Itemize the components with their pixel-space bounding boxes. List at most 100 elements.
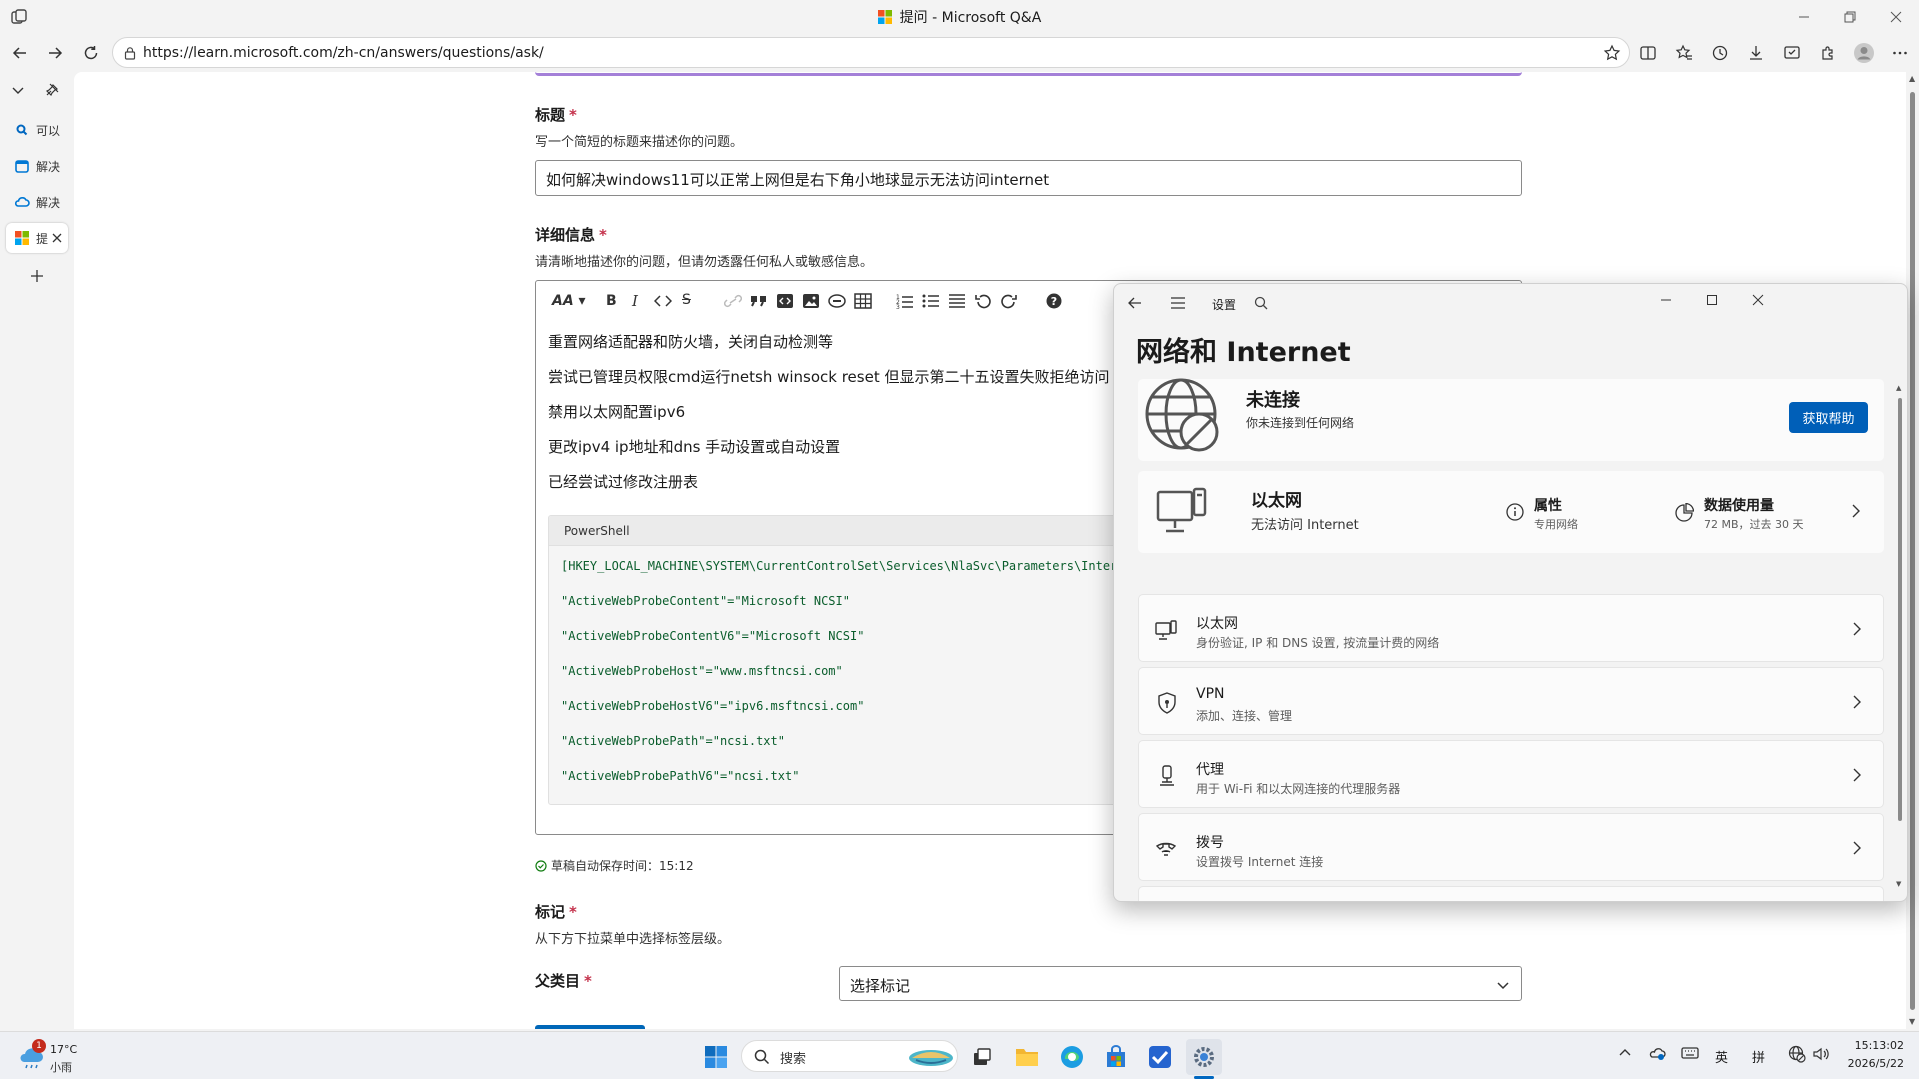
refresh-button[interactable] (76, 38, 106, 68)
bullet-list-icon[interactable] (922, 293, 940, 309)
cloud-icon (14, 194, 30, 210)
scrollbar-thumb[interactable] (1910, 92, 1915, 1010)
tab-item[interactable]: 可以 (6, 115, 68, 145)
undo-icon[interactable] (974, 293, 992, 309)
file-explorer-icon[interactable] (1009, 1039, 1045, 1075)
close-button[interactable] (1752, 294, 1764, 306)
back-button[interactable] (5, 38, 35, 68)
taskbar-search[interactable]: 搜索 (741, 1040, 958, 1072)
ime-language[interactable]: 英 (1715, 1047, 1728, 1066)
image-icon[interactable] (802, 293, 820, 309)
minimize-button[interactable] (1781, 0, 1827, 34)
table-icon[interactable] (854, 293, 872, 309)
ethernet-computer-icon (1156, 487, 1208, 537)
settings-row-proxy[interactable]: 代理 用于 Wi-Fi 和以太网连接的代理服务器 (1138, 740, 1884, 808)
font-size-icon[interactable]: AA ▾ (552, 293, 586, 309)
numbered-list-icon[interactable]: 123 (896, 293, 914, 309)
network-globe-icon[interactable] (1788, 1045, 1806, 1063)
chevron-right-icon (1852, 841, 1862, 855)
url-text[interactable]: https://learn.microsoft.com/zh-cn/answer… (143, 45, 544, 61)
settings-row-vpn[interactable]: VPN 添加、连接、管理 (1138, 667, 1884, 735)
history-icon[interactable] (1705, 39, 1735, 67)
todo-app-icon[interactable] (1142, 1039, 1178, 1075)
chevron-right-icon (1852, 768, 1862, 782)
favorites-icon[interactable] (1669, 39, 1699, 67)
close-tab-icon[interactable] (52, 233, 62, 243)
calendar-icon (14, 158, 30, 174)
properties-title[interactable]: 属性 (1534, 495, 1562, 515)
extensions-icon[interactable] (1813, 39, 1843, 67)
help-icon[interactable]: ? (1046, 293, 1062, 309)
notification-badge: 1 (32, 1039, 46, 1053)
redo-icon[interactable] (1000, 293, 1018, 309)
hamburger-menu-icon[interactable] (1170, 296, 1186, 310)
link-icon[interactable] (724, 293, 742, 309)
tab-item-active[interactable]: 提 (6, 223, 68, 253)
settings-scrollbar[interactable]: ▲ ▼ (1896, 384, 1904, 892)
screenshot-icon[interactable] (1777, 39, 1807, 67)
weather-widget[interactable]: 1 17°C 小雨 (18, 1039, 98, 1074)
downloads-icon[interactable] (1741, 39, 1771, 67)
collapse-tabs-icon[interactable] (10, 82, 26, 98)
scroll-up-icon[interactable]: ▲ (1896, 384, 1901, 392)
italic-icon[interactable]: I (632, 292, 638, 310)
ethernet-name: 以太网 (1251, 491, 1302, 511)
tab-item[interactable]: 解决 (6, 151, 68, 181)
row-title: 以太网 (1196, 616, 1238, 632)
settings-app-icon[interactable] (1186, 1039, 1222, 1075)
ime-mode[interactable]: 拼 (1752, 1047, 1765, 1066)
keyboard-icon[interactable] (1681, 1046, 1699, 1060)
microsoft-store-icon[interactable] (1098, 1039, 1134, 1075)
title-input[interactable]: 如何解决windows11可以正常上网但是右下角小地球显示无法访问interne… (535, 160, 1522, 196)
submit-button-edge[interactable] (535, 1025, 645, 1029)
scroll-down-icon[interactable]: ▼ (1909, 1017, 1915, 1026)
ethernet-summary-card[interactable]: 以太网 无法访问 Internet 属性 专用网络 数据使用量 72 MB，过去… (1138, 471, 1884, 553)
svg-text:3: 3 (896, 304, 900, 309)
parent-category-select[interactable]: 选择标记 (839, 966, 1522, 1001)
search-icon[interactable] (1254, 296, 1268, 310)
code-icon[interactable] (654, 293, 672, 309)
maximize-button[interactable] (1706, 294, 1718, 306)
strikethrough-icon[interactable]: S (682, 292, 691, 308)
data-usage-title[interactable]: 数据使用量 (1704, 495, 1774, 515)
edge-browser-icon[interactable] (1054, 1039, 1090, 1075)
profile-avatar-icon[interactable] (1849, 39, 1879, 67)
onedrive-icon[interactable] (1648, 1045, 1666, 1061)
settings-row-dialup[interactable]: 拨号 设置拨号 Internet 连接 (1138, 813, 1884, 881)
favorite-star-icon[interactable] (1603, 44, 1621, 62)
forward-button[interactable] (40, 38, 70, 68)
minimize-button[interactable] (1660, 294, 1672, 306)
show-hidden-icons[interactable] (1618, 1046, 1632, 1060)
editor-line: 已经尝试过修改注册表 (548, 473, 699, 491)
address-bar[interactable]: https://learn.microsoft.com/zh-cn/answer… (112, 37, 1630, 68)
restore-button[interactable] (1827, 0, 1873, 34)
unpin-pane-icon[interactable] (44, 82, 60, 98)
new-tab-icon[interactable] (29, 268, 45, 284)
quote-icon[interactable] (750, 293, 768, 309)
volume-icon[interactable] (1812, 1045, 1830, 1063)
scroll-down-icon[interactable]: ▼ (1896, 880, 1901, 888)
embed-link-icon[interactable] (828, 293, 846, 309)
scrollbar-thumb[interactable] (1898, 398, 1902, 821)
settings-row-partial[interactable] (1138, 886, 1884, 901)
back-arrow-icon[interactable] (1128, 296, 1142, 310)
task-view-button[interactable] (964, 1039, 1000, 1075)
align-icon[interactable] (948, 293, 966, 309)
more-menu-icon[interactable] (1885, 39, 1915, 67)
tab-item[interactable]: 解决 (6, 187, 68, 217)
clock-date[interactable]: 2026/5/22 (1830, 1057, 1904, 1070)
settings-row-ethernet[interactable]: 以太网 身份验证, IP 和 DNS 设置, 按流量计费的网络 (1138, 594, 1884, 662)
close-button[interactable] (1873, 0, 1919, 34)
split-screen-icon[interactable] (1633, 39, 1663, 67)
autosave-status: 草稿自动保存时间：15:12 (535, 857, 694, 874)
start-button[interactable] (698, 1039, 734, 1075)
code-block-icon[interactable] (776, 293, 794, 309)
row-subtitle: 添加、连接、管理 (1196, 709, 1293, 723)
code-line: "ActiveWebProbeHostV6"="ipv6.msftncsi.co… (561, 699, 865, 713)
clock-time[interactable]: 15:13:02 (1846, 1039, 1904, 1052)
bold-icon[interactable]: B (606, 293, 617, 309)
get-help-button[interactable]: 获取帮助 (1789, 402, 1868, 433)
site-info-icon[interactable] (123, 46, 137, 60)
title-help: 写一个简短的标题来描述你的问题。 (535, 135, 744, 150)
scroll-up-icon[interactable]: ▲ (1909, 74, 1915, 83)
